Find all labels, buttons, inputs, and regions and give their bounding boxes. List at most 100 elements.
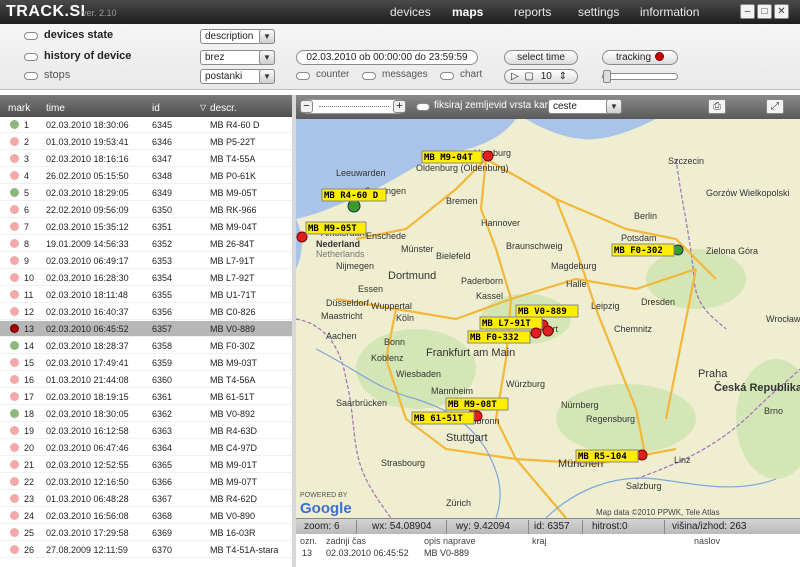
vehicle-marker-r5-104[interactable]: MB R5-104 bbox=[575, 449, 648, 463]
row-descr: MB 26-84T bbox=[210, 239, 255, 249]
vehicle-marker-m9-04t[interactable]: MB M9-04T bbox=[421, 150, 494, 164]
chart-toggle[interactable] bbox=[440, 72, 454, 80]
row-time: 01.03.2010 21:44:08 bbox=[46, 375, 129, 385]
col-id[interactable]: id bbox=[152, 103, 160, 114]
table-row[interactable]: 8 19.01.2009 14:56:33 6352 MB 26-84T bbox=[0, 236, 292, 252]
nav-information[interactable]: information bbox=[640, 5, 699, 19]
row-time: 01.03.2010 19:53:41 bbox=[46, 137, 129, 147]
row-time: 27.08.2009 12:11:59 bbox=[46, 545, 128, 555]
select-time-button[interactable]: select time bbox=[504, 50, 578, 65]
speed-stepper-icon[interactable]: ⇕ bbox=[559, 71, 567, 82]
history-toggle[interactable] bbox=[24, 53, 38, 61]
stops-toggle[interactable] bbox=[24, 72, 38, 80]
row-mark: 16 bbox=[24, 375, 35, 385]
row-time: 02.03.2010 18:29:05 bbox=[46, 188, 129, 198]
play-icon[interactable]: ▷ bbox=[511, 71, 519, 82]
tracking-button[interactable]: tracking bbox=[602, 50, 678, 65]
row-descr: MB 61-51T bbox=[210, 392, 255, 402]
table-row[interactable]: 10 02.03.2010 16:28:30 6354 MB L7-92T bbox=[0, 270, 292, 286]
table-row[interactable]: 15 02.03.2010 17:49:41 6359 MB M9-03T bbox=[0, 355, 292, 371]
table-row[interactable]: 25 02.03.2010 17:29:58 6369 MB 16-03R bbox=[0, 525, 292, 541]
map-view[interactable]: Hamburg Szczecin Oldenburg (Oldenburg) B… bbox=[296, 119, 800, 518]
table-row[interactable]: 26 27.08.2009 12:11:59 6370 MB T4-51A-stara bbox=[0, 542, 292, 558]
fullscreen-icon[interactable]: ⤢ bbox=[766, 99, 784, 114]
playback-slider-handle[interactable] bbox=[603, 70, 611, 83]
col-time[interactable]: time bbox=[46, 103, 65, 114]
nav-settings[interactable]: settings bbox=[578, 5, 619, 19]
row-id: 6366 bbox=[152, 477, 173, 487]
table-row[interactable]: 18 02.03.2010 18:30:05 6362 MB V0-892 bbox=[0, 406, 292, 422]
table-row[interactable]: 22 02.03.2010 12:16:50 6366 MB M9-07T bbox=[0, 474, 292, 490]
row-mark: 12 bbox=[24, 307, 35, 317]
city-label: Bonn bbox=[384, 337, 405, 347]
minimize-icon[interactable]: – bbox=[740, 4, 755, 19]
table-row[interactable]: 21 02.03.2010 12:52:55 6365 MB M9-01T bbox=[0, 457, 292, 473]
city-label: Potsdam bbox=[621, 233, 657, 243]
map-type-select[interactable]: ceste ▼ bbox=[548, 99, 622, 114]
table-row[interactable]: 5 02.03.2010 18:29:05 6349 MB M9-05T bbox=[0, 185, 292, 201]
vehicle-marker-f0-302[interactable]: MB F0-302 bbox=[611, 243, 684, 257]
zoom-slider[interactable]: − + bbox=[300, 99, 406, 114]
table-row[interactable]: 13 02.03.2010 06:45:52 6357 MB V0-889 bbox=[0, 321, 292, 337]
status-dot-icon bbox=[10, 545, 19, 554]
zoom-in-icon[interactable]: + bbox=[393, 100, 406, 113]
col-mark[interactable]: mark bbox=[8, 103, 30, 114]
vehicle-dot[interactable] bbox=[530, 327, 542, 339]
stops-select[interactable]: postanki ▼ bbox=[200, 69, 275, 84]
history-label: history of device bbox=[44, 50, 132, 62]
playback-slider[interactable] bbox=[602, 70, 678, 83]
close-icon[interactable]: ✕ bbox=[774, 4, 789, 19]
print-icon[interactable]: ⎙ bbox=[708, 99, 726, 114]
table-row[interactable]: 12 02.03.2010 16:40:37 6356 MB C0-826 bbox=[0, 304, 292, 320]
messages-label: messages bbox=[382, 69, 428, 80]
counter-toggle[interactable] bbox=[296, 72, 310, 80]
maximize-icon[interactable]: □ bbox=[757, 4, 772, 19]
row-id: 6346 bbox=[152, 137, 173, 147]
table-row[interactable]: 7 02.03.2010 15:35:12 6351 MB M9-04T bbox=[0, 219, 292, 235]
table-row[interactable]: 20 02.03.2010 06:47:46 6364 MB C4-97D bbox=[0, 440, 292, 456]
table-row[interactable]: 14 02.03.2010 18:28:37 6358 MB F0-30Z bbox=[0, 338, 292, 354]
stop-icon[interactable]: ▢ bbox=[524, 71, 533, 82]
col-descr[interactable]: descr. bbox=[210, 103, 237, 114]
status-dot-icon bbox=[10, 426, 19, 435]
details-description: MB V0-889 bbox=[424, 548, 470, 558]
table-row[interactable]: 24 02.03.2010 16:56:08 6368 MB V0-890 bbox=[0, 508, 292, 524]
google-logo[interactable]: Google bbox=[300, 500, 352, 517]
table-row[interactable]: 23 01.03.2010 06:48:28 6367 MB R4-62D bbox=[0, 491, 292, 507]
row-time: 02.03.2010 16:12:58 bbox=[46, 426, 129, 436]
table-row[interactable]: 16 01.03.2010 21:44:08 6360 MB T4-56A bbox=[0, 372, 292, 388]
devices-state-toggle[interactable] bbox=[24, 32, 38, 40]
table-row[interactable]: 11 02.03.2010 18:11:48 6355 MB U1-71T bbox=[0, 287, 292, 303]
table-row[interactable]: 17 02.03.2010 18:19:15 6361 MB 61-51T bbox=[0, 389, 292, 405]
sort-icon[interactable]: ▽ bbox=[200, 103, 206, 112]
vehicle-dot[interactable] bbox=[542, 325, 554, 337]
history-select[interactable]: brez ▼ bbox=[200, 50, 275, 65]
history-period-field[interactable]: 02.03.2010 ob 00:00:00 do 23:59:59 bbox=[296, 50, 478, 65]
table-row[interactable]: 1 02.03.2010 18:30:06 6345 MB R4-60 D bbox=[0, 117, 292, 133]
table-row[interactable]: 6 22.02.2010 09:56:09 6350 MB RK-966 bbox=[0, 202, 292, 218]
vehicle-marker-61-51t[interactable]: MB 61-51T bbox=[411, 410, 483, 425]
nav-devices[interactable]: devices bbox=[390, 5, 431, 19]
table-row[interactable]: 9 02.03.2010 06:49:17 6353 MB L7-91T bbox=[0, 253, 292, 269]
zoom-out-icon[interactable]: − bbox=[300, 100, 313, 113]
fix-map-toggle[interactable] bbox=[416, 103, 430, 111]
nav-maps[interactable]: maps bbox=[452, 5, 483, 19]
vehicle-dot[interactable] bbox=[347, 199, 361, 213]
city-label: Magdeburg bbox=[551, 261, 597, 271]
nav-reports[interactable]: reports bbox=[514, 5, 551, 19]
messages-toggle[interactable] bbox=[362, 72, 376, 80]
table-row[interactable]: 3 02.03.2010 18:16:16 6347 MB T4-55A bbox=[0, 151, 292, 167]
vehicle-marker-r4-60d[interactable]: MB R4-60 D bbox=[321, 188, 387, 213]
table-row[interactable]: 19 02.03.2010 16:12:58 6363 MB R4-63D bbox=[0, 423, 292, 439]
status-dot-icon bbox=[10, 256, 19, 265]
city-label: Dresden bbox=[641, 297, 675, 307]
row-mark: 9 bbox=[24, 256, 30, 266]
map-canvas[interactable]: Hamburg Szczecin Oldenburg (Oldenburg) B… bbox=[296, 119, 800, 518]
table-row[interactable]: 2 01.03.2010 19:53:41 6346 MB P5-22T bbox=[0, 134, 292, 150]
devices-state-select[interactable]: description ▼ bbox=[200, 29, 275, 44]
vehicle-marker-m9-08t[interactable]: MB M9-08T bbox=[445, 397, 509, 413]
status-dot-icon bbox=[10, 290, 19, 299]
table-row[interactable]: 4 26.02.2010 05:15:50 6348 MB P0-61K bbox=[0, 168, 292, 184]
playback-control[interactable]: ▷ ▢ 10 ⇕ bbox=[504, 69, 578, 84]
vehicle-dot[interactable] bbox=[482, 150, 494, 162]
